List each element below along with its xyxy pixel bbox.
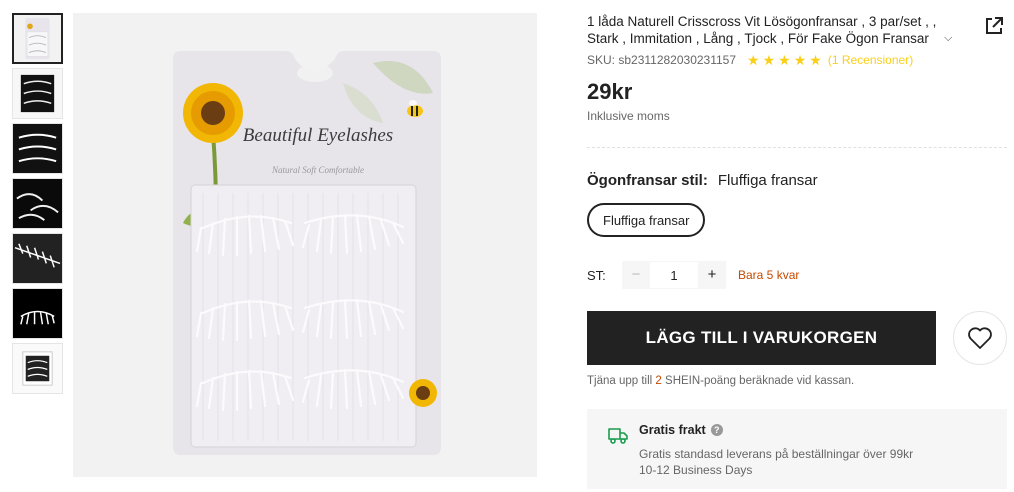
shipping-line-1: Gratis standasd leverans på beställninga… (639, 447, 914, 461)
chevron-down-icon[interactable]: ⌵ (944, 32, 952, 45)
package-brand-text: Beautiful Eyelashes (243, 125, 393, 146)
shipping-line-2: 10-12 Business Days (639, 463, 753, 477)
help-icon[interactable]: ? (710, 424, 723, 436)
wishlist-button[interactable] (953, 311, 1007, 365)
points-suffix: SHEIN-poäng beräknade vid kassan. (665, 375, 855, 387)
shipping-text: Gratis frakt ? Gratis standasd leverans … (639, 423, 913, 489)
thumbnail-lashes-image (13, 124, 62, 173)
decrease-button[interactable]: − (622, 261, 650, 289)
shipping-description: Gratis standasd leverans på beställninga… (639, 446, 913, 478)
thumbnail-2[interactable] (12, 68, 63, 119)
stock-warning: Bara 5 kvar (738, 268, 800, 282)
product-info-panel: 1 låda Naturell Crisscross Vit Lösögonfr… (587, 13, 1007, 489)
main-product-image[interactable]: Beautiful Eyelashes Natural Soft Comfort… (73, 13, 537, 477)
thumbnail-lashes-image (13, 234, 62, 283)
shipping-title: Gratis frakt (639, 423, 706, 437)
star-icon: ★ (793, 52, 807, 68)
thumbnail-1[interactable] (12, 13, 63, 64)
product-title: 1 låda Naturell Crisscross Vit Lösögonfr… (587, 14, 937, 46)
attribute-row: Ögonfransar stil: Fluffiga fransar (587, 172, 1007, 189)
shipping-info: Gratis frakt ? Gratis standasd leverans … (587, 409, 1007, 489)
star-icon: ★ (747, 52, 760, 68)
sku-rating-row: SKU: sb2311282030231157 ★ ★ ★ ★ ★ (1 Rec… (587, 53, 1007, 67)
heart-icon (968, 327, 992, 349)
quantity-row: ST: − 1 + Bara 5 kvar (587, 261, 1007, 289)
star-icon: ★ (809, 52, 822, 68)
thumbnail-lashes-image (13, 179, 62, 228)
points-note: Tjäna upp till 2 SHEIN-poäng beräknade v… (587, 375, 1007, 387)
vat-note: Inklusive moms (587, 109, 670, 123)
increase-button[interactable]: + (698, 261, 726, 289)
thumbnail-4[interactable] (12, 178, 63, 229)
thumbnail-package-image (13, 344, 62, 393)
reviews-link[interactable]: (1 Recensioner) (828, 53, 913, 67)
points-prefix: Tjäna upp till (587, 375, 653, 387)
thumbnail-7[interactable] (12, 343, 63, 394)
thumbnail-package-image (14, 15, 61, 62)
quantity-input[interactable]: 1 (650, 261, 698, 289)
sku-text: SKU: sb2311282030231157 (587, 53, 737, 67)
truck-icon (608, 428, 628, 444)
divider (587, 147, 1007, 148)
thumbnail-3[interactable] (12, 123, 63, 174)
attribute-label: Ögonfransar stil: (587, 172, 708, 189)
style-option-chip[interactable]: Fluffiga fransar (587, 203, 706, 237)
add-to-cart-button[interactable]: LÄGG TILL I VARUKORGEN (587, 311, 936, 365)
points-amount: 2 (655, 375, 662, 387)
share-external-icon[interactable] (983, 15, 1005, 37)
thumbnail-6[interactable] (12, 288, 63, 339)
package-sub-text: Natural Soft Comfortable (271, 165, 364, 175)
price: 29kr (587, 79, 633, 104)
thumbnail-lashes-image (13, 289, 62, 338)
thumbnail-lashes-image (13, 69, 62, 118)
thumbnail-5[interactable] (12, 233, 63, 284)
thumbnail-list (12, 13, 64, 398)
attribute-value: Fluffiga fransar (717, 172, 818, 189)
star-icon: ★ (778, 52, 791, 68)
quantity-stepper: − 1 + (622, 261, 726, 289)
shipping-title-row: Gratis frakt ? (639, 423, 913, 437)
quantity-label: ST: (587, 267, 606, 283)
cart-row: LÄGG TILL I VARUKORGEN (587, 311, 1007, 365)
star-icon: ★ (762, 52, 776, 68)
rating-stars[interactable]: ★ ★ ★ ★ ★ (747, 53, 822, 67)
eyelash-package-illustration: Beautiful Eyelashes Natural Soft Comfort… (73, 13, 537, 477)
